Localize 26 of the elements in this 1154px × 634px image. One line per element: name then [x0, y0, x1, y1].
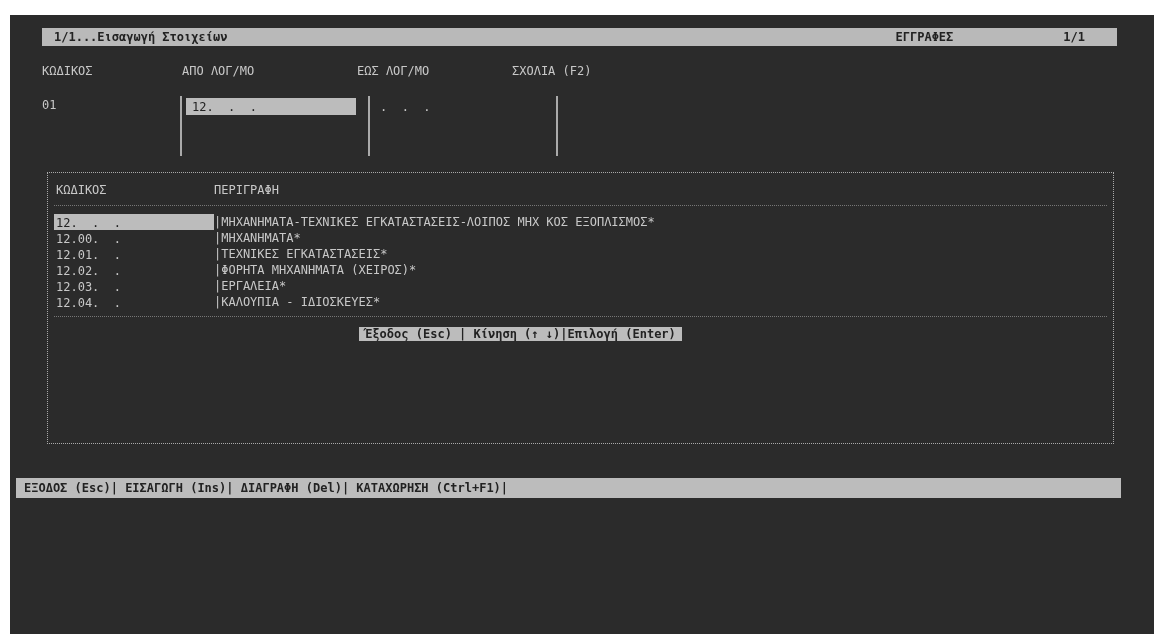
column-header: ΠΕΡΙΓΡΑΦΗ: [214, 182, 280, 199]
list-item-code[interactable]: 12.01. .: [54, 246, 214, 262]
list-item-description: |ΜΗΧΑΝΗΜΑΤΑ*: [214, 230, 301, 247]
input-field[interactable]: . . .: [368, 96, 558, 156]
column-header: ΚΩΔΙΚΟΣ: [42, 63, 94, 80]
column-header: ΚΩΔΙΚΟΣ: [55, 182, 108, 197]
list-item-code[interactable]: 12.03. .: [54, 278, 214, 294]
row-code: 01: [42, 97, 58, 114]
list-item-description: |ΜΗΧΑΝΗΜΑΤΑ-ΤΕΧΝΙΚΕΣ ΕΓΚΑΤΑΣΤΑΣΕΙΣ-ΛΟΙΠΟΣ ΜΗΧ ΚΟΣ ΕΞΟΠΛΙΣΜΟΣ*: [214, 214, 655, 231]
window-title: 1/1...Εισαγωγή Στοιχείων: [54, 29, 228, 46]
column-header: ΑΠΟ ΛΟΓ/ΜΟ: [182, 63, 256, 80]
section-title: ΕΓΓΡΑΦΕΣ: [895, 29, 954, 46]
list-item-description: |ΕΡΓΑΛΕΙΑ*: [214, 278, 287, 295]
key-hint: Έξοδος (Esc) | Κίνηση (↑ ↓)|Επιλογή (Enter): [359, 327, 682, 341]
column-header: ΕΩΣ ΛΟΓ/ΜΟ: [357, 63, 431, 80]
list-item-code[interactable]: 12.04. .: [54, 294, 214, 310]
list-item-code[interactable]: 12. . .: [54, 214, 214, 230]
column-header: ΣΧΟΛΙΑ (F2): [512, 63, 592, 80]
list-item-code[interactable]: 12.00. .: [54, 230, 214, 246]
list-item-description: |ΤΕΧΝΙΚΕΣ ΕΓΚΑΤΑΣΤΑΣΕΙΣ*: [214, 246, 388, 263]
list-item-description: |ΦΟΡΗΤΑ ΜΗΧΑΝΗΜΑΤΑ (ΧΕΙΡΟΣ)*: [214, 262, 417, 279]
page-indicator: 1/1: [1063, 29, 1085, 46]
list-item-description: |ΚΑΛΟΥΠΙΑ - ΙΔΙΟΣΚΕΥΕΣ*: [214, 294, 381, 311]
list-item-code[interactable]: 12.02. .: [54, 262, 214, 278]
input-field[interactable]: 12. . .: [180, 96, 370, 156]
status-bar: ΕΞΟΔΟΣ (Esc)| ΕΙΣΑΓΩΓΗ (Ins)| ΔΙΑΓΡΑΦΗ (Del)| ΚΑΤΑΧΩΡΗΣΗ (Ctrl+F1)|: [16, 478, 1121, 498]
